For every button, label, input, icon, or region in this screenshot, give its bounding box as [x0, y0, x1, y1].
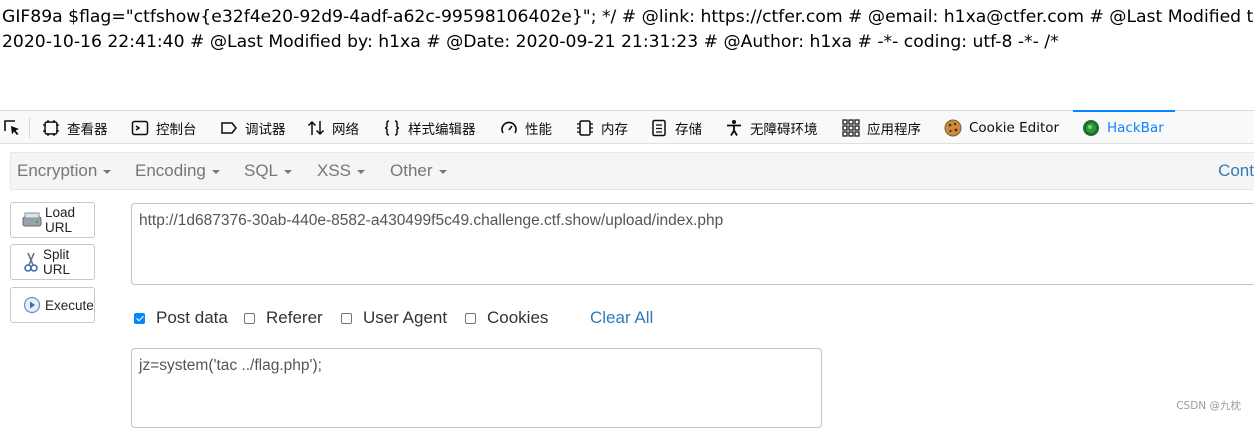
user-agent-option[interactable]: User Agent [341, 307, 447, 329]
tab-application[interactable]: 应用程序 [842, 111, 921, 144]
tab-label: 无障碍环境 [750, 121, 818, 138]
network-icon [307, 119, 325, 137]
tab-cookie-editor[interactable]: Cookie Editor [944, 111, 1059, 144]
tab-label: 内存 [601, 121, 628, 138]
tab-debugger[interactable]: 调试器 [220, 111, 286, 144]
tab-accessibility[interactable]: 无障碍环境 [725, 111, 818, 144]
toolbar-separator [29, 118, 30, 138]
user-agent-checkbox[interactable] [341, 312, 352, 324]
menu-contribute-link[interactable]: Cont [1218, 153, 1254, 189]
execute-button[interactable]: Execute [10, 287, 95, 323]
tab-label: 调试器 [245, 121, 286, 138]
menu-label: Encoding [135, 161, 206, 180]
tab-style-editor[interactable]: 样式编辑器 [383, 111, 476, 144]
caret-down-icon [284, 169, 293, 174]
menu-sql[interactable]: SQL [244, 153, 293, 189]
element-picker-icon[interactable] [2, 118, 22, 138]
caret-down-icon [438, 169, 447, 174]
watermark: CSDN @九枕 [1176, 400, 1241, 412]
menu-label: Encryption [17, 161, 98, 180]
memory-icon [576, 119, 594, 137]
tab-console[interactable]: 控制台 [131, 111, 197, 144]
split-url-button[interactable]: Split URL [10, 244, 95, 280]
inspector-icon [42, 119, 60, 137]
tab-inspector[interactable]: 查看器 [42, 111, 108, 144]
post-data-option[interactable]: Post data [134, 307, 228, 329]
execute-label: Execute [45, 297, 94, 313]
url-input[interactable]: http://1d687376-30ab-440e-8582-a430499f5… [131, 203, 1254, 285]
scissors-icon [22, 252, 40, 272]
user-agent-label: User Agent [363, 308, 448, 327]
referer-option[interactable]: Referer [244, 307, 323, 329]
tab-storage[interactable]: 存储 [650, 111, 702, 144]
load-url-button[interactable]: Load URL [10, 202, 95, 238]
caret-down-icon [357, 169, 366, 174]
tab-label: 应用程序 [867, 121, 921, 138]
performance-icon [500, 119, 518, 137]
tab-label: 控制台 [156, 121, 197, 138]
hackbar-icon [1082, 119, 1100, 137]
application-icon [842, 118, 860, 137]
menu-label: SQL [244, 161, 279, 180]
console-icon [131, 119, 149, 137]
tab-label: Cookie Editor [969, 119, 1060, 136]
menu-label: XSS [317, 161, 352, 180]
caret-down-icon [211, 169, 220, 174]
menu-label: Other [390, 161, 433, 180]
page-text-line-1: GIF89a $flag="ctfshow{e32f4e20-92d9-4adf… [2, 7, 1254, 27]
devtools-toolbar: 查看器 控制台 调试器 网络 样式编辑器 性能 内存 存储 无障碍环境 应用程序… [0, 110, 1254, 144]
post-data-checkbox[interactable] [134, 312, 145, 324]
clear-all-link[interactable]: Clear All [590, 307, 653, 329]
load-url-label: Load URL [45, 205, 76, 235]
tab-performance[interactable]: 性能 [500, 111, 552, 144]
tab-label: 样式编辑器 [408, 121, 476, 138]
referer-label: Referer [266, 308, 323, 327]
tab-label: 存储 [675, 121, 702, 138]
menu-other[interactable]: Other [390, 153, 447, 189]
tab-label: 网络 [332, 121, 359, 138]
cookies-label: Cookies [487, 308, 549, 327]
play-icon [22, 295, 42, 315]
storage-icon [650, 119, 668, 137]
accessibility-icon [725, 119, 743, 137]
cookies-option[interactable]: Cookies [465, 307, 548, 329]
menu-encryption[interactable]: Encryption [17, 153, 112, 189]
tab-hackbar[interactable]: HackBar [1073, 110, 1175, 144]
tab-label: 查看器 [67, 121, 108, 138]
tab-memory[interactable]: 内存 [576, 111, 628, 144]
referer-checkbox[interactable] [244, 312, 255, 324]
debugger-icon [220, 119, 238, 137]
split-url-label: Split URL [43, 247, 71, 277]
post-data-label: Post data [156, 308, 228, 327]
cookies-checkbox[interactable] [465, 312, 476, 324]
caret-down-icon [103, 169, 112, 174]
menu-xss[interactable]: XSS [317, 153, 366, 189]
tab-label: HackBar [1107, 119, 1164, 136]
page-text-line-2: 2020-10-16 22:41:40 # @Last Modified by:… [2, 32, 1059, 52]
tab-label: 性能 [525, 121, 552, 138]
style-editor-icon [383, 119, 401, 137]
load-url-icon [22, 210, 42, 230]
post-data-input[interactable]: jz=system('tac ../flag.php'); [131, 348, 822, 428]
page-source-text: GIF89a $flag="ctfshow{e32f4e20-92d9-4adf… [2, 5, 1254, 61]
cookie-icon [944, 119, 962, 137]
tab-network[interactable]: 网络 [307, 111, 359, 144]
hackbar-menu: Encryption Encoding SQL XSS Other Cont [10, 152, 1254, 190]
menu-encoding[interactable]: Encoding [135, 153, 220, 189]
